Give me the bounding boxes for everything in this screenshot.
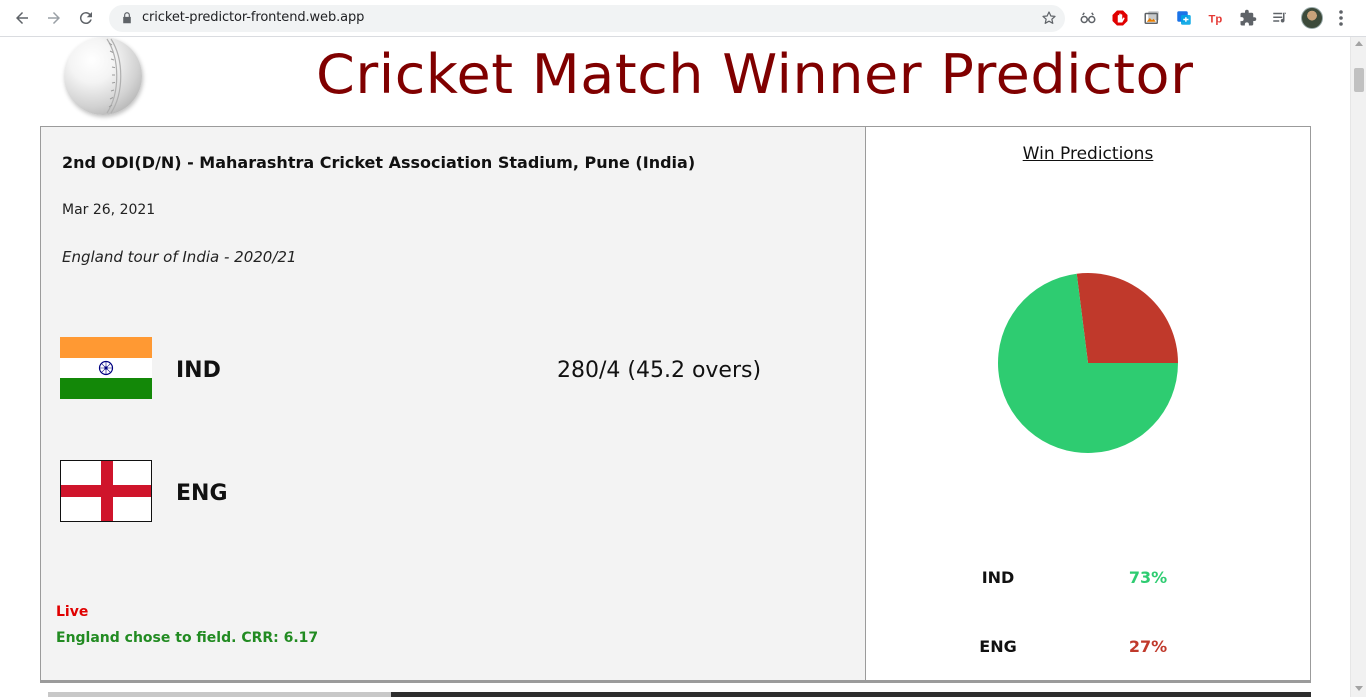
- translate-extension-icon[interactable]: [1174, 8, 1194, 28]
- puzzle-extensions-icon[interactable]: [1238, 8, 1258, 28]
- scroll-down-arrow-icon[interactable]: [1355, 686, 1363, 691]
- page-bottom-bar: [40, 689, 1311, 697]
- page-content: Cricket Match Winner Predictor 2nd ODI(D…: [0, 37, 1350, 697]
- browser-toolbar: cricket-predictor-frontend.web.app Tp: [0, 0, 1366, 37]
- address-bar[interactable]: cricket-predictor-frontend.web.app: [109, 5, 1065, 32]
- back-icon[interactable]: [10, 6, 34, 30]
- bookmark-star-icon[interactable]: [1041, 10, 1057, 26]
- scrollbar-thumb[interactable]: [1354, 68, 1364, 92]
- menu-icon[interactable]: [1336, 8, 1346, 28]
- lock-icon[interactable]: [120, 11, 134, 25]
- media-queue-icon[interactable]: [1270, 8, 1290, 28]
- match-card: 2nd ODI(D/N) - Maharashtra Cricket Assoc…: [40, 126, 1311, 683]
- live-status: Live: [56, 604, 89, 620]
- ashoka-chakra-icon: [98, 360, 114, 376]
- profile-avatar[interactable]: [1301, 7, 1323, 29]
- prediction-team-ind: IND: [981, 568, 1015, 587]
- series-name: England tour of India - 2020/21: [62, 248, 297, 266]
- team-ind-name: IND: [176, 358, 221, 383]
- scroll-up-arrow-icon[interactable]: [1355, 41, 1363, 46]
- win-prediction-pie-chart: [998, 273, 1178, 453]
- india-flag: [60, 337, 152, 399]
- match-date: Mar 26, 2021: [62, 202, 156, 218]
- glasses-extension-icon[interactable]: [1078, 8, 1098, 28]
- forward-icon[interactable]: [42, 6, 66, 30]
- prediction-team-eng: ENG: [979, 637, 1017, 656]
- match-title: 2nd ODI(D/N) - Maharashtra Cricket Assoc…: [62, 153, 696, 172]
- team-ind-score: 280/4 (45.2 overs): [557, 358, 762, 383]
- vertical-scrollbar[interactable]: [1350, 37, 1366, 697]
- svg-text:Tp: Tp: [1209, 14, 1223, 26]
- prediction-percent-ind: 73%: [1128, 568, 1168, 587]
- adblock-extension-icon[interactable]: [1110, 8, 1130, 28]
- predictions-panel: Win Predictions IND 73% ENG 27%: [866, 127, 1310, 680]
- england-flag: [60, 460, 152, 522]
- reload-icon[interactable]: [74, 6, 98, 30]
- app-title: Cricket Match Winner Predictor: [316, 43, 1194, 106]
- pie-slice-eng: [1076, 273, 1178, 363]
- prediction-percent-eng: 27%: [1128, 637, 1168, 656]
- predictions-heading: Win Predictions: [1022, 144, 1154, 164]
- match-info-panel: 2nd ODI(D/N) - Maharashtra Cricket Assoc…: [41, 127, 866, 680]
- image-extension-icon[interactable]: [1142, 8, 1162, 28]
- team-eng-name: ENG: [176, 481, 228, 506]
- cricket-ball-logo: [64, 37, 142, 115]
- url-text[interactable]: cricket-predictor-frontend.web.app: [142, 10, 364, 25]
- match-status-text: England chose to field. CRR: 6.17: [56, 630, 319, 646]
- tp-extension-icon[interactable]: Tp: [1206, 8, 1226, 28]
